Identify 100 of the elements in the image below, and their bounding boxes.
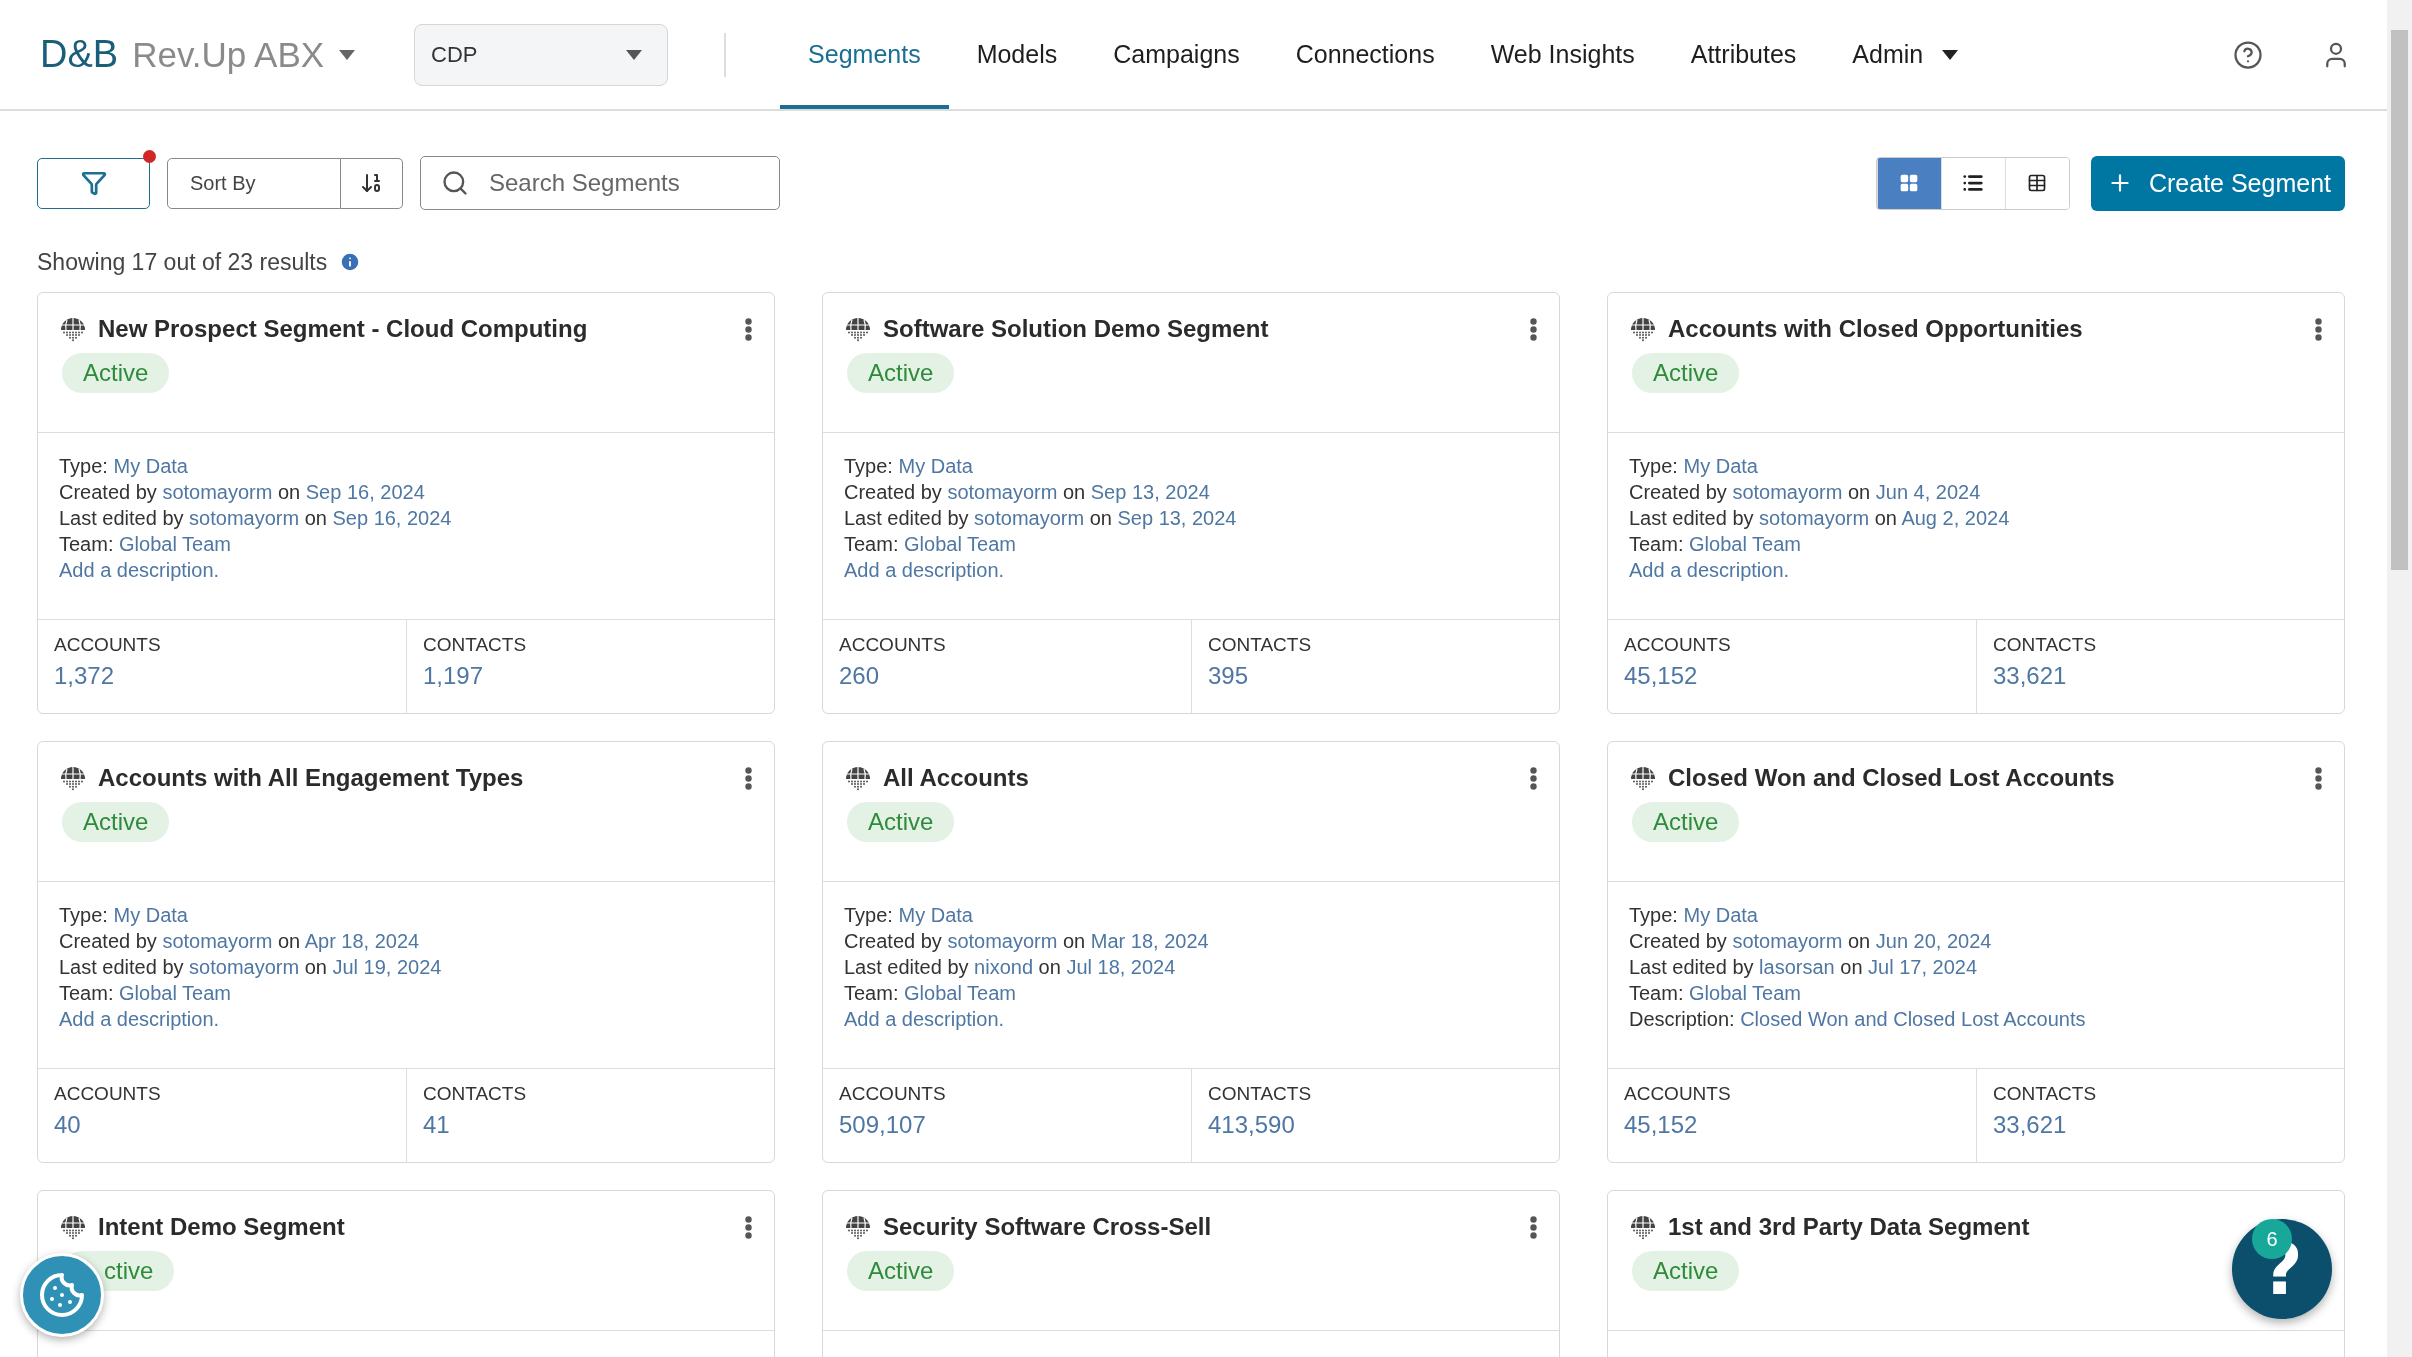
stat-value: 260	[839, 662, 881, 690]
detail-link[interactable]: Sep 13, 2024	[1117, 507, 1237, 529]
table-view-button[interactable]	[2004, 157, 2069, 209]
scrollbar[interactable]	[2387, 0, 2412, 1357]
workspace-select[interactable]: CDP	[414, 23, 669, 86]
product-name[interactable]: Rev.Up ABX	[132, 34, 325, 75]
segment-card[interactable]: Accounts with All Engagement Types Active Type: My Data Created by sotomayorm on Apr 18, 2024 Last edited by sotomayorm on Jul 19, 2024 Team: Global Team Add a description. ACCOUNTS 40 CONTACTS 41	[37, 741, 775, 1163]
description-link[interactable]: Add a description.	[844, 557, 1005, 583]
nav-tab[interactable]: Web Insights	[1462, 0, 1663, 109]
detail-link[interactable]: Aug 2, 2024	[1901, 507, 2010, 529]
filter-button[interactable]	[37, 157, 150, 209]
segment-card[interactable]: All Accounts Active Type: My Data Created by sotomayorm on Mar 18, 2024 Last edited by nixond on Jul 18, 2024 Team: Global Team Add a description. ACCOUNTS 509,107 CONTACTS 413,590	[822, 741, 1560, 1163]
globe-icon	[845, 765, 871, 791]
more-options-button[interactable]	[1530, 317, 1537, 341]
detail-line: Type: My Data	[1629, 454, 1759, 479]
detail-line: Type: My Data	[844, 454, 974, 479]
brand-logo[interactable]: D&B	[40, 33, 119, 76]
more-options-button[interactable]	[745, 766, 752, 790]
results-summary: Showing 17 out of 23 results	[37, 248, 328, 276]
stat-value: 413,590	[1208, 1111, 1296, 1139]
table-icon	[2027, 173, 2048, 193]
detail-line: Created by sotomayorm on Jun 20, 2024	[1629, 929, 1993, 954]
description-link[interactable]: Add a description.	[844, 1006, 1005, 1032]
detail-link[interactable]: Jun 4, 2024	[1875, 481, 1981, 503]
detail-link[interactable]: Global Team	[904, 533, 1016, 555]
stat-label: ACCOUNTS	[1624, 1083, 1732, 1105]
detail-link[interactable]: Jul 18, 2024	[1066, 956, 1176, 978]
detail-link[interactable]: Global Team	[1689, 533, 1801, 555]
detail-link[interactable]: sotomayorm	[189, 956, 300, 978]
detail-link[interactable]: My Data	[113, 455, 188, 477]
segment-card[interactable]: Intent Demo Segment ctive	[37, 1190, 775, 1357]
globe-icon	[60, 316, 86, 342]
detail-link[interactable]: sotomayorm	[1759, 507, 1870, 529]
kebab-icon	[1530, 317, 1537, 341]
detail-line: Created by sotomayorm on Mar 18, 2024	[844, 929, 1210, 954]
description-link[interactable]: Add a description.	[59, 557, 220, 583]
detail-link[interactable]: My Data	[1683, 455, 1758, 477]
detail-line: Description: Closed Won and Closed Lost Accounts	[1629, 1007, 2087, 1032]
detail-link[interactable]: Sep 16, 2024	[332, 507, 452, 529]
stat-value: 45,152	[1624, 662, 1699, 690]
detail-link[interactable]: Global Team	[119, 982, 231, 1004]
search-field[interactable]: Search Segments	[420, 156, 780, 210]
create-segment-button[interactable]: Create Segment	[2090, 155, 2345, 211]
detail-link[interactable]: Sep 16, 2024	[305, 481, 425, 503]
nav-tab[interactable]: Campaigns	[1085, 0, 1268, 109]
segment-card[interactable]	[37, 292, 775, 714]
detail-link[interactable]: sotomayorm	[189, 507, 300, 529]
detail-line: Last edited by lasorsan on Jul 17, 2024	[1629, 955, 1979, 980]
detail-link[interactable]: My Data	[898, 904, 973, 926]
nav-tab[interactable]: Connections	[1267, 0, 1463, 109]
nav-tab[interactable]: Attributes	[1662, 0, 1825, 109]
sort-field[interactable]: Sort By	[167, 157, 341, 209]
detail-link[interactable]: Mar 18, 2024	[1090, 930, 1209, 952]
nav-tab[interactable]: Segments	[780, 0, 949, 109]
detail-link[interactable]: Jul 19, 2024	[332, 956, 442, 978]
detail-link[interactable]: Apr 18, 2024	[304, 930, 420, 952]
more-options-button[interactable]	[1530, 1215, 1537, 1239]
segment-card[interactable]: Security Software Cross-Sell Active	[822, 1190, 1560, 1357]
segment-card[interactable]	[1607, 292, 2345, 714]
grid-view-button[interactable]	[1876, 157, 1941, 209]
segment-card[interactable]	[1607, 741, 2345, 1163]
segment-card[interactable]: Software Solution Demo Segment Active Type: My Data Created by sotomayorm on Sep 13, 2024 Last edited by sotomayorm on Sep 13, 2024 Team: Global Team Add a description. ACCOUNTS 260 CONTACTS 395	[822, 292, 1560, 714]
description-link[interactable]: Add a description.	[1629, 557, 1790, 583]
detail-link[interactable]: Sep 13, 2024	[1090, 481, 1210, 503]
detail-link[interactable]: My Data	[113, 904, 188, 926]
detail-link[interactable]: sotomayorm	[162, 481, 273, 503]
description-link[interactable]: Add a description.	[59, 1006, 220, 1032]
detail-link[interactable]: Global Team	[904, 982, 1016, 1004]
detail-link[interactable]: sotomayorm	[1732, 930, 1843, 952]
detail-link[interactable]: sotomayorm	[1732, 481, 1843, 503]
detail-link[interactable]: nixond	[974, 956, 1034, 978]
detail-line: Team: Global Team	[1629, 532, 1802, 557]
stat-label: CONTACTS	[1993, 1083, 2098, 1105]
more-options-button[interactable]	[2315, 317, 2322, 341]
detail-link[interactable]: Jun 20, 2024	[1875, 930, 1992, 952]
filter-icon	[80, 170, 107, 196]
detail-link[interactable]: My Data	[898, 455, 973, 477]
detail-link[interactable]: Global Team	[119, 533, 231, 555]
detail-link[interactable]: sotomayorm	[947, 481, 1058, 503]
detail-link[interactable]: sotomayorm	[162, 930, 273, 952]
more-options-button[interactable]	[2315, 766, 2322, 790]
more-options-button[interactable]	[745, 317, 752, 341]
stat-label: ACCOUNTS	[54, 634, 162, 656]
status-badge: Active	[1632, 353, 1740, 393]
detail-link[interactable]: Global Team	[1689, 982, 1801, 1004]
detail-link[interactable]: sotomayorm	[947, 930, 1058, 952]
more-options-button[interactable]	[745, 1215, 752, 1239]
more-options-button[interactable]	[1530, 766, 1537, 790]
detail-link[interactable]: Jul 17, 2024	[1868, 956, 1978, 978]
help-button[interactable]	[2233, 39, 2263, 70]
sort-order-button[interactable]	[341, 157, 403, 209]
detail-link[interactable]: My Data	[1683, 904, 1758, 926]
detail-link[interactable]: Closed Won and Closed Lost Accounts	[1740, 1008, 2086, 1030]
nav-tab[interactable]: Models	[948, 0, 1086, 109]
detail-link[interactable]: lasorsan	[1759, 956, 1835, 978]
nav-tab[interactable]: Admin	[1824, 0, 1988, 109]
detail-link[interactable]: sotomayorm	[974, 507, 1085, 529]
status-badge: Active	[847, 802, 955, 842]
info-icon[interactable]	[339, 251, 362, 273]
stat-value: 509,107	[839, 1111, 927, 1139]
